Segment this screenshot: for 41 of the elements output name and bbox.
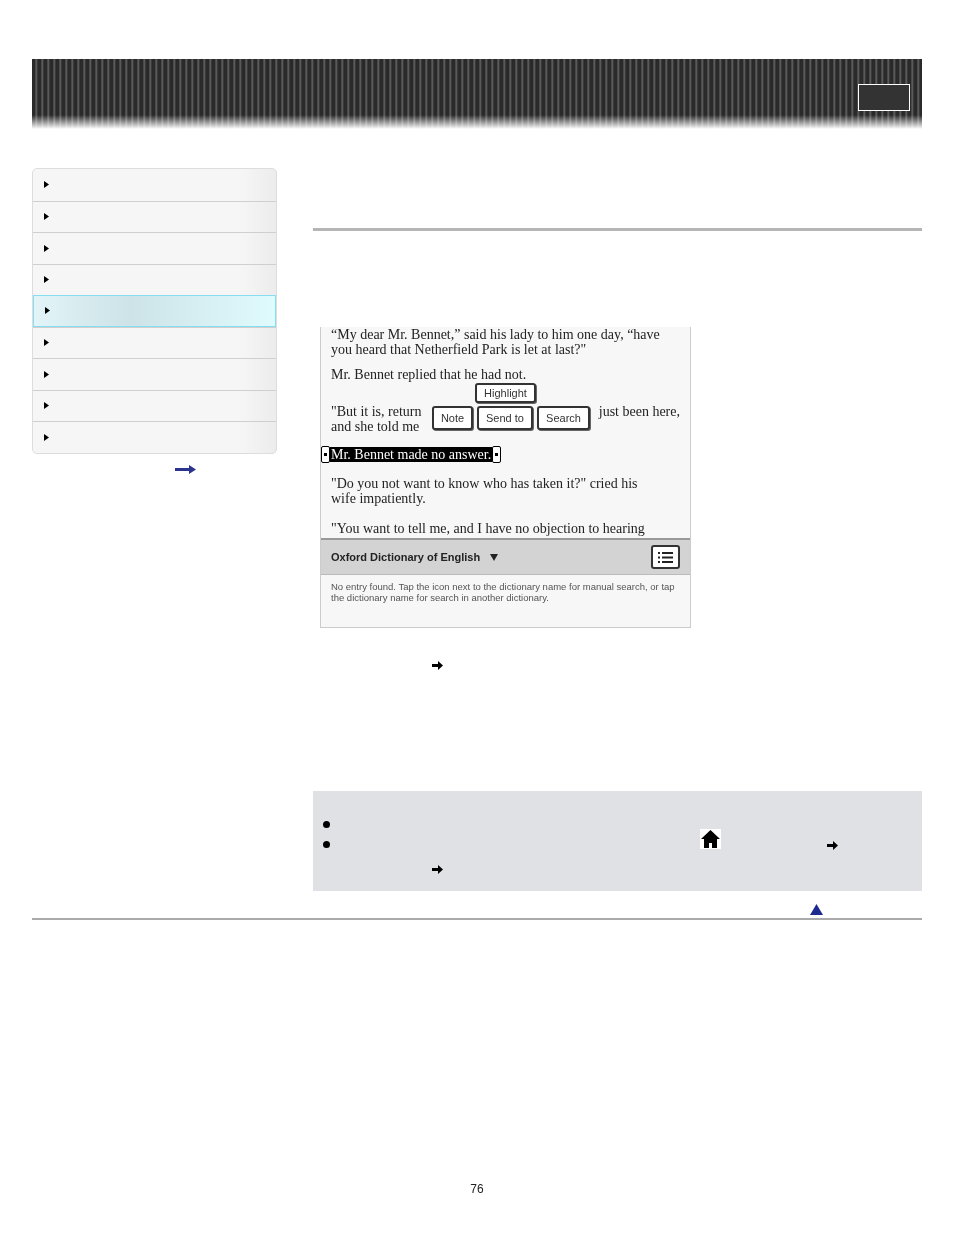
triangle-icon [44,244,49,252]
book-text: Mr. Bennet replied that he had not. [331,367,527,382]
list-button[interactable] [651,545,680,569]
page-number: 76 [470,1181,484,1198]
header-button[interactable] [858,84,910,111]
caret-icon[interactable] [490,553,499,561]
triangle-icon [44,370,49,378]
book-text: and she told me [331,419,420,434]
book-text: “My dear Mr. Bennet,” said his lady to him one day, “have [331,327,660,342]
book-text: "But it is, return [331,404,422,419]
dictionary-name[interactable]: Oxford Dictionary of English [331,548,481,566]
triangle-icon [44,433,49,441]
arrow-icon [432,865,443,874]
book-text: Mr. Bennet made no answer. [331,447,492,462]
arrow-icon [432,661,443,670]
sidebar-item[interactable] [33,295,276,327]
popup-menu-button[interactable]: Highlight [475,383,536,403]
selection-handle[interactable] [321,446,330,463]
home-icon [700,829,721,849]
popup-menu-button[interactable]: Search [537,406,590,430]
triangle-icon [45,307,50,315]
triangle-icon [44,213,49,221]
dictionary-message: No entry found. Tap the icon next to the dictionary name for manual search, or tap the dictionary name for search in another dictionary. [330,580,676,605]
popup-menu-button[interactable]: Send to [477,406,533,430]
book-text: just been here, [598,404,680,419]
triangle-icon [44,402,49,410]
popup-menu-button[interactable]: Note [432,406,473,430]
arrow-icon[interactable] [175,464,196,474]
book-text: "You want to tell me, and I have no objection to hearing [331,521,645,536]
bullet-icon [323,821,330,828]
bullet-icon [323,841,330,848]
triangle-icon [44,339,49,347]
list-icon [658,551,673,563]
book-text: you heard that Netherfield Park is let at last?" [331,342,587,357]
selection-handle[interactable] [492,446,502,463]
book-text: wife impatiently. [331,491,426,506]
triangle-icon [44,276,49,284]
arrow-icon [827,841,838,850]
up-arrow-icon[interactable] [810,904,823,915]
triangle-icon [44,181,49,189]
book-text: "Do you not want to know who has taken it?" cried his [331,476,638,491]
